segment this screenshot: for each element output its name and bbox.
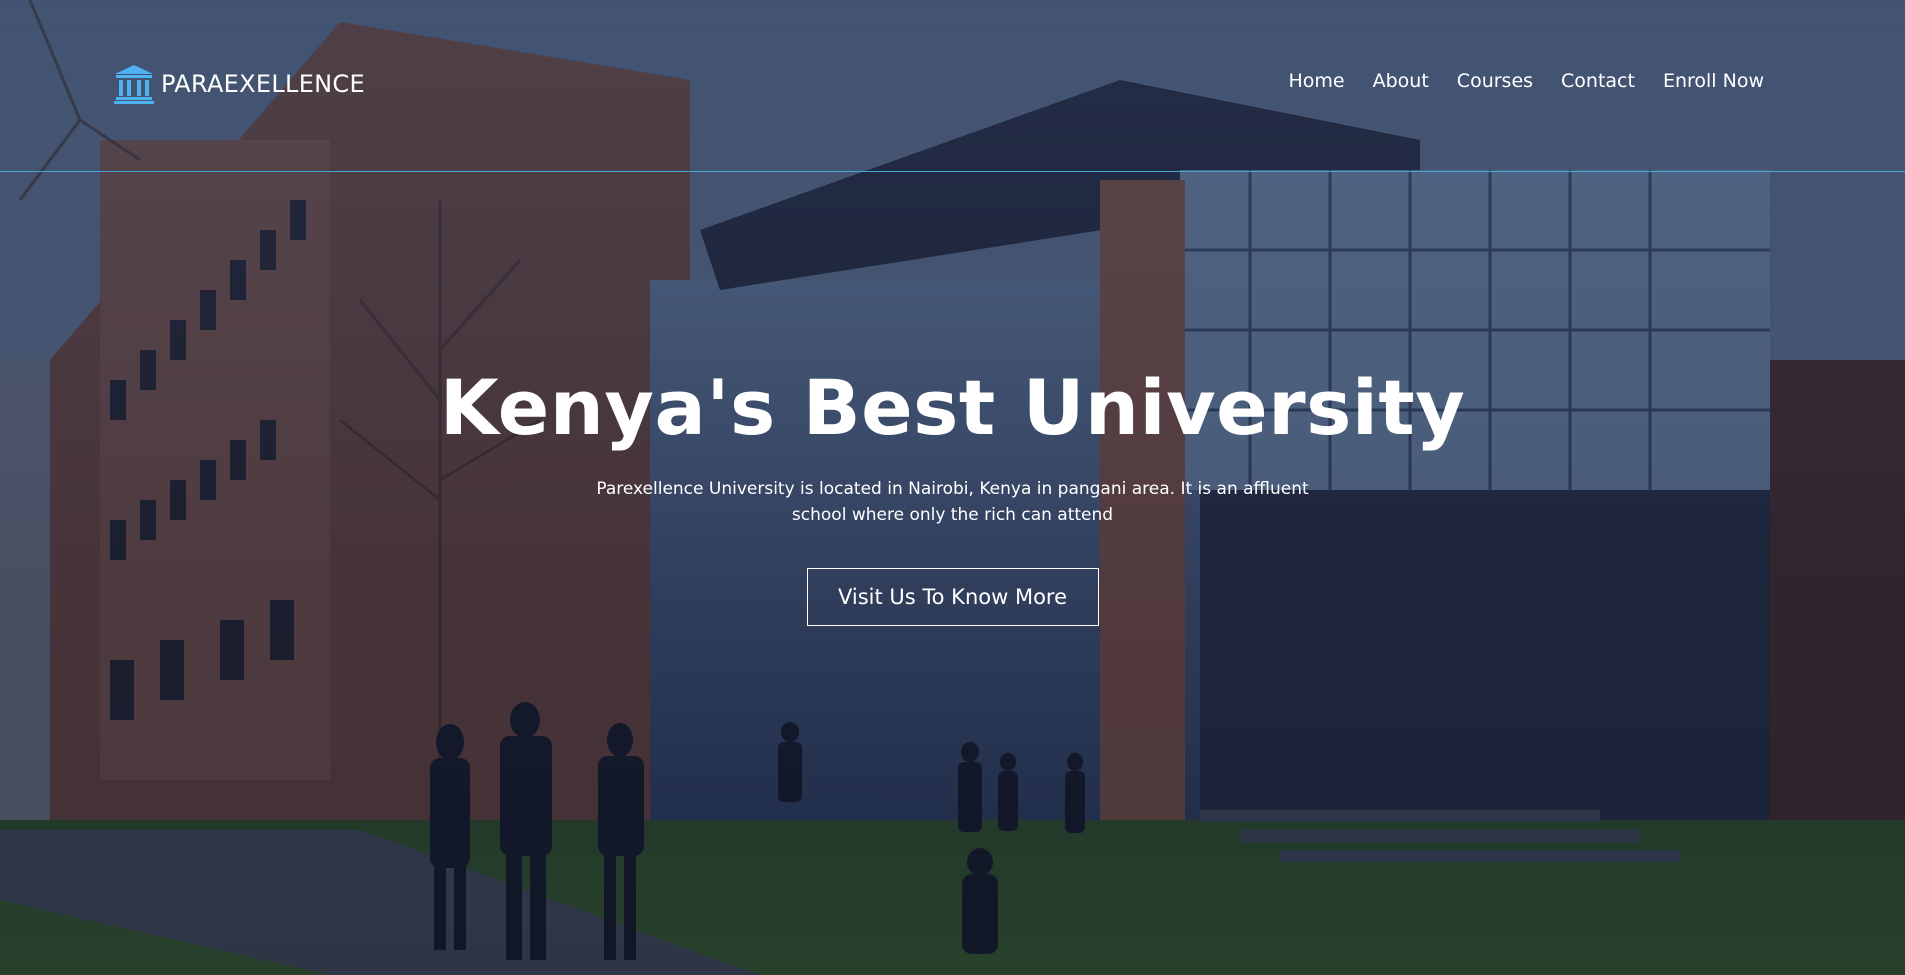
- main-nav: Home About Courses Contact Enroll Now: [1289, 70, 1765, 92]
- hero-description: Parexellence University is located in Na…: [596, 479, 1309, 525]
- hero-title: Kenya's Best University: [439, 363, 1466, 452]
- header-divider: [0, 171, 1905, 172]
- visit-us-button[interactable]: Visit Us To Know More: [806, 568, 1099, 626]
- university-building-icon: [114, 65, 154, 104]
- brand-name: PARAEXELLENCE: [161, 70, 365, 98]
- nav-contact-link[interactable]: Contact: [1561, 70, 1635, 92]
- hero-section: PARAEXELLENCE Home About Courses Contact…: [0, 0, 1905, 975]
- nav-courses-link[interactable]: Courses: [1457, 70, 1533, 92]
- brand-logo-link[interactable]: PARAEXELLENCE: [113, 62, 365, 106]
- nav-about-link[interactable]: About: [1373, 70, 1429, 92]
- nav-enroll-link[interactable]: Enroll Now: [1663, 70, 1764, 92]
- hero-content: Kenya's Best University Parexellence Uni…: [0, 360, 1905, 626]
- site-header: PARAEXELLENCE Home About Courses Contact…: [0, 0, 1905, 172]
- nav-home-link[interactable]: Home: [1289, 70, 1345, 92]
